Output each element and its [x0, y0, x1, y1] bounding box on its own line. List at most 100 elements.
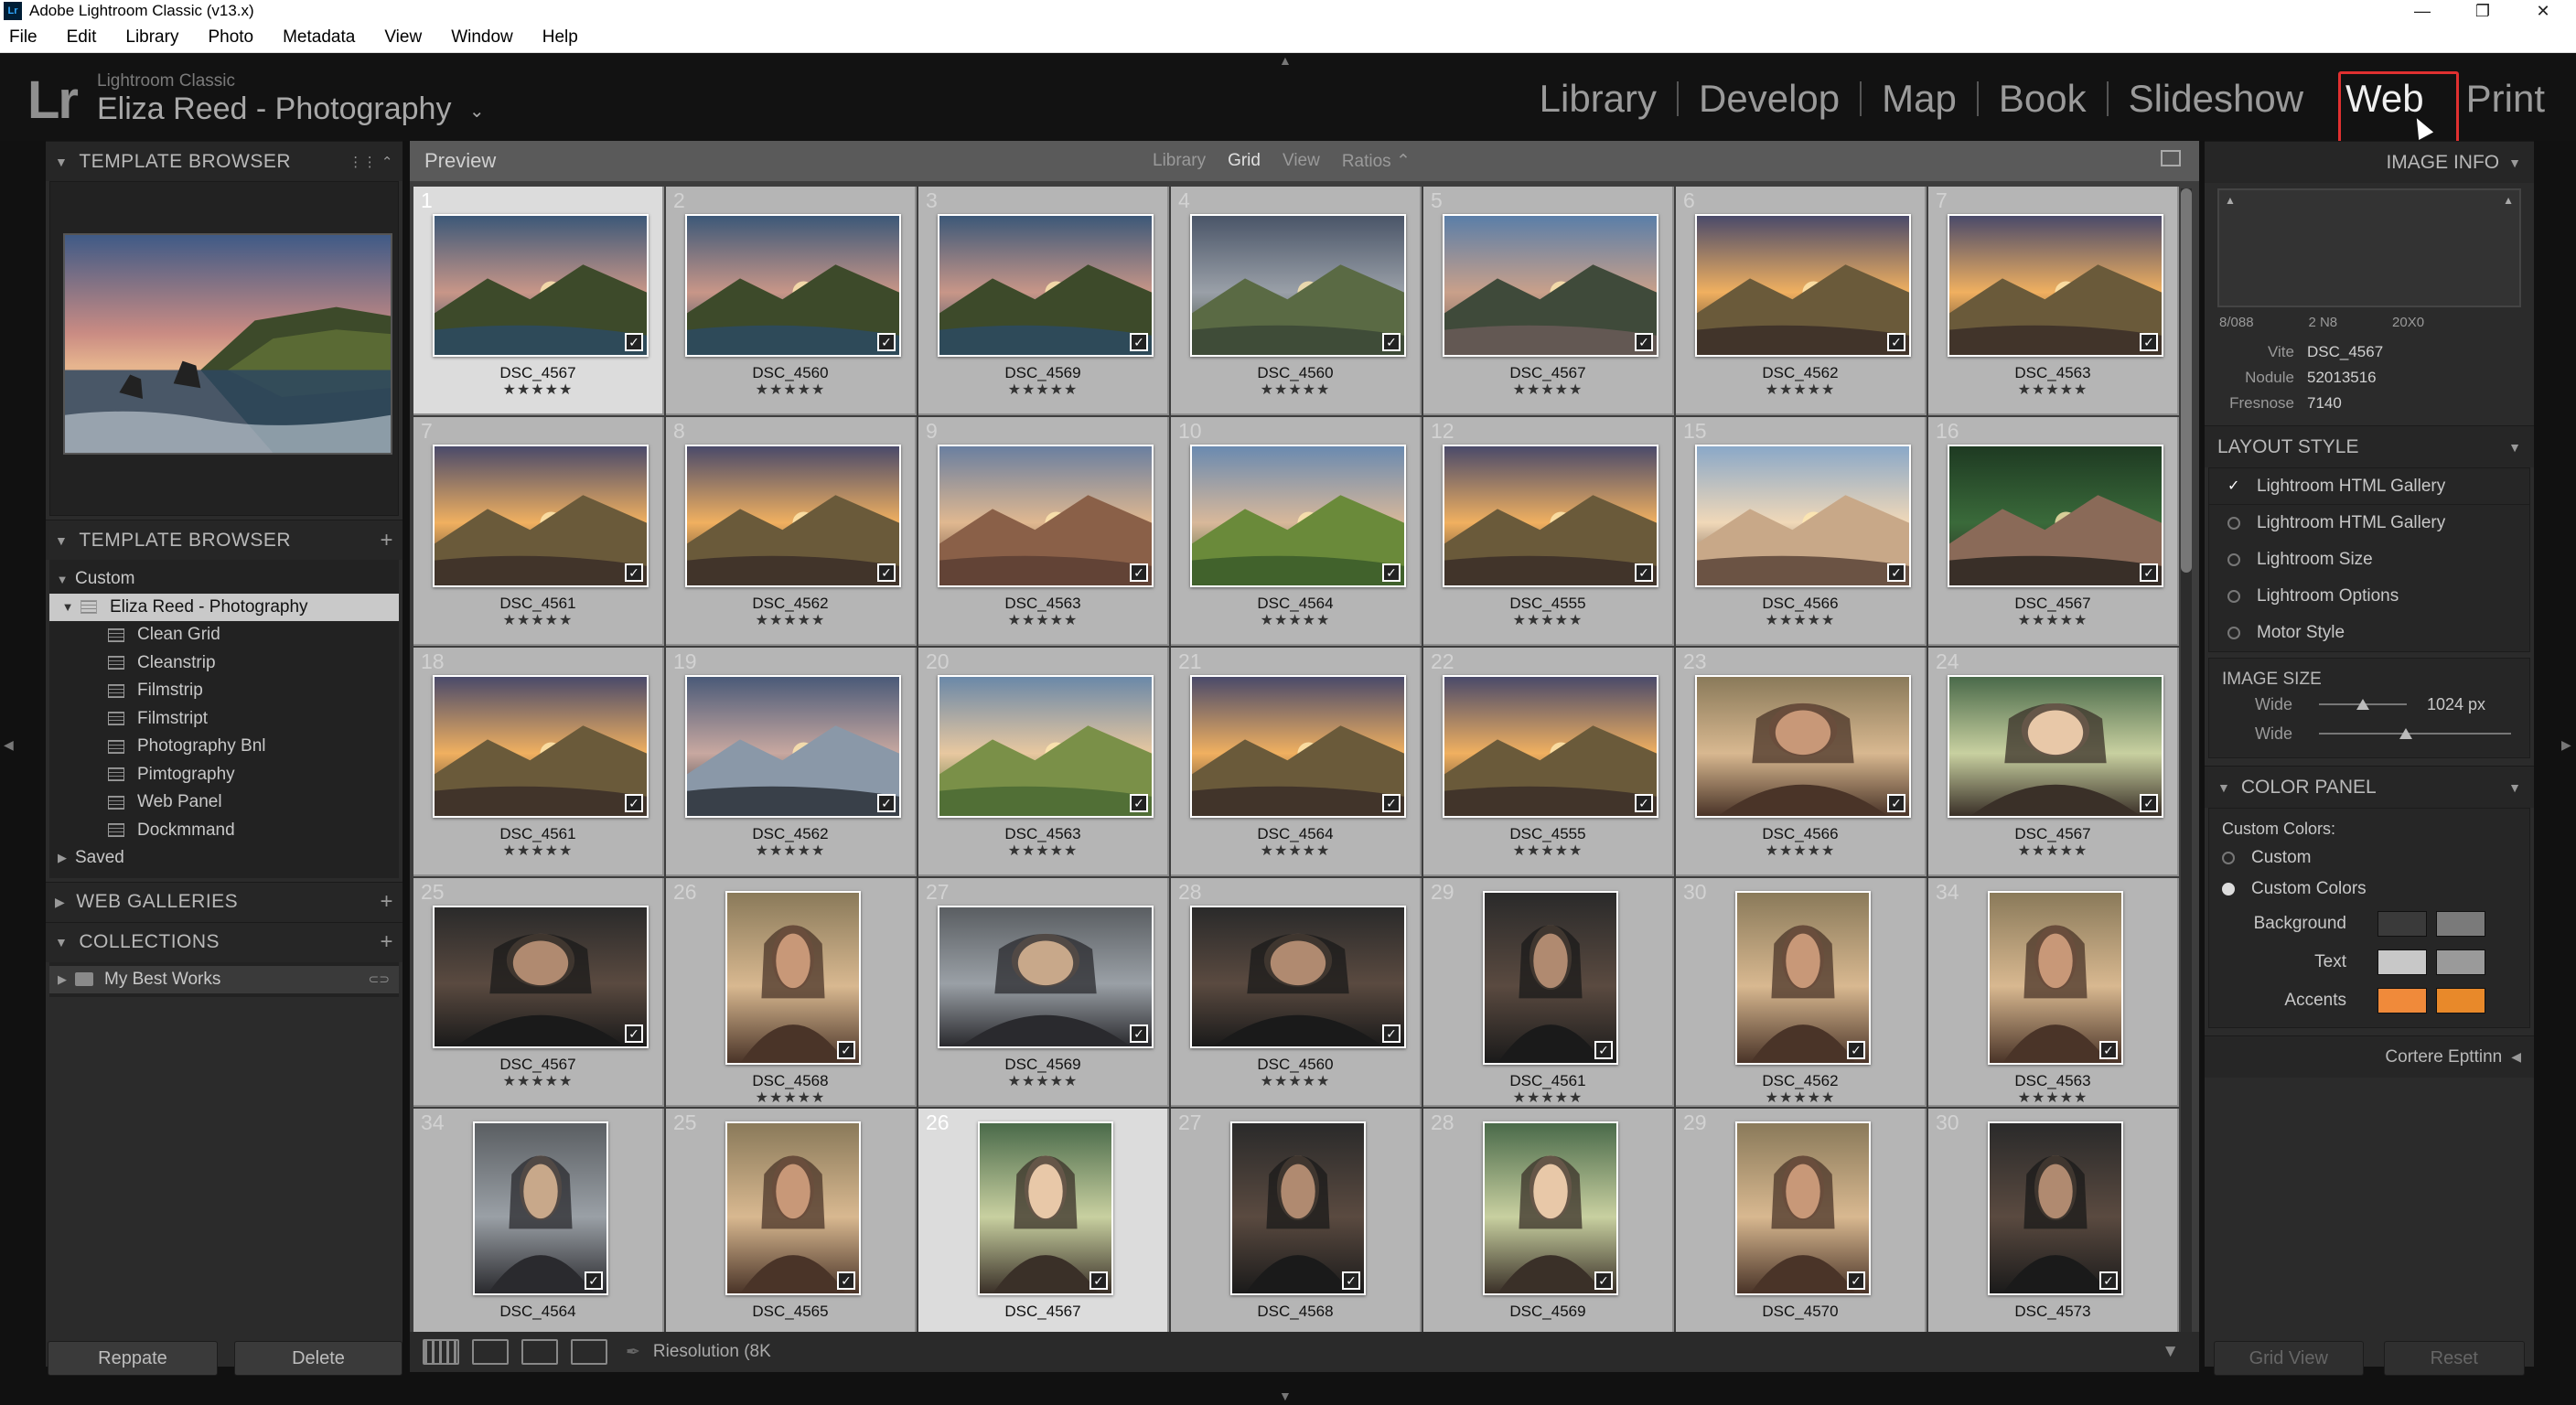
menu-file[interactable]: File [9, 27, 38, 48]
star-rating[interactable]: ★★★★★ [1676, 611, 1925, 629]
include-checkbox[interactable]: ✓ [1130, 794, 1148, 812]
include-checkbox[interactable]: ✓ [585, 1271, 603, 1290]
grid-cell[interactable]: 26✓DSC_4567★★★★★ [918, 1109, 1169, 1337]
grid-cell[interactable]: 15 ✓ DSC_4566 ★★★★★ [1676, 417, 1927, 646]
color-swatch[interactable] [2436, 949, 2485, 975]
color-swatch[interactable] [2377, 911, 2427, 937]
photo-thumbnail[interactable] [685, 214, 901, 357]
include-checkbox[interactable]: ✓ [1382, 794, 1401, 812]
slider-knob[interactable] [2399, 728, 2412, 739]
photo-thumbnail[interactable] [1190, 675, 1406, 818]
grid-cell[interactable]: 10 ✓ DSC_4564 ★★★★★ [1171, 417, 1422, 646]
photo-thumbnail[interactable] [433, 214, 649, 357]
view-option-ratios[interactable]: Ratios ⌃ [1342, 151, 1411, 172]
module-print[interactable]: Print [2446, 77, 2565, 121]
compare-view-icon[interactable] [521, 1339, 558, 1365]
collapse-top-panel-icon[interactable]: ▲ [1279, 53, 1292, 68]
view-option-view[interactable]: View [1283, 151, 1320, 171]
color-swatch[interactable] [2377, 988, 2427, 1014]
photo-thumbnail[interactable] [1695, 445, 1911, 587]
photo-thumbnail[interactable] [433, 906, 649, 1048]
star-rating[interactable]: ★★★★★ [666, 842, 915, 860]
layout-style-header[interactable]: LAYOUT STYLE ▼ [2205, 425, 2534, 467]
photo-thumbnail[interactable] [938, 675, 1154, 818]
include-checkbox[interactable]: ✓ [1847, 1041, 1865, 1059]
star-rating[interactable]: ★★★★★ [1423, 611, 1672, 629]
grid-cell[interactable]: 24 ✓ DSC_4567 ★★★★★ [1928, 648, 2179, 876]
star-rating[interactable]: ★★★★★ [666, 381, 915, 399]
grid-cell[interactable]: 30 ✓ DSC_4562 ★★★★★ [1676, 878, 1927, 1107]
layout-option[interactable]: Lightroom Size [2209, 542, 2529, 578]
radio-button[interactable] [2222, 852, 2235, 864]
minimize-button[interactable]: — [2393, 0, 2452, 22]
close-button[interactable]: ✕ [2514, 0, 2572, 22]
photo-thumbnail[interactable] [433, 445, 649, 587]
photo-thumbnail[interactable] [725, 1121, 861, 1295]
include-checkbox[interactable]: ✓ [625, 563, 643, 582]
photo-thumbnail[interactable] [473, 1121, 608, 1295]
star-rating[interactable]: ★★★★★ [413, 842, 662, 860]
grid-cell[interactable]: 28✓DSC_4569★★★★★ [1423, 1109, 1674, 1337]
include-checkbox[interactable]: ✓ [877, 563, 896, 582]
grid-view-button[interactable]: Grid View [2214, 1341, 2364, 1376]
grid-cell[interactable]: 29 ✓ DSC_4561 ★★★★★ [1423, 878, 1674, 1107]
module-develop[interactable]: Develop [1679, 77, 1860, 121]
grid-cell[interactable]: 4 ✓ DSC_4560 ★★★★★ [1171, 187, 1422, 415]
template-browser-header[interactable]: ▼ TEMPLATE BROWSER + [46, 520, 402, 560]
include-checkbox[interactable]: ✓ [1594, 1041, 1613, 1059]
menu-view[interactable]: View [384, 27, 422, 48]
photo-thumbnail[interactable] [1735, 1121, 1871, 1295]
grid-cell[interactable]: 2 ✓ DSC_4560 ★★★★★ [666, 187, 917, 415]
photo-thumbnail[interactable] [938, 906, 1154, 1048]
painter-icon[interactable]: ✒ [626, 1342, 640, 1363]
include-checkbox[interactable]: ✓ [2140, 794, 2158, 812]
tree-item[interactable]: Filmstript [49, 705, 399, 734]
radio-button[interactable] [2227, 517, 2240, 530]
grid-cell[interactable]: 8 ✓ DSC_4562 ★★★★★ [666, 417, 917, 646]
add-template-icon[interactable]: + [380, 528, 393, 553]
collapse-bottom-panel-icon[interactable]: ▼ [1279, 1389, 1292, 1403]
view-option-grid[interactable]: Grid [1228, 151, 1261, 171]
grid-cell[interactable]: 25 ✓ DSC_4567 ★★★★★ [413, 878, 664, 1107]
module-map[interactable]: Map [1862, 77, 1977, 121]
grid-cell[interactable]: 1 ✓ DSC_4567 ★★★★★ [413, 187, 664, 415]
preview-in-browser-icon[interactable] [2161, 150, 2181, 166]
include-checkbox[interactable]: ✓ [1635, 794, 1653, 812]
star-rating[interactable]: ★★★★★ [1171, 1072, 1420, 1090]
menu-edit[interactable]: Edit [67, 27, 97, 48]
star-rating[interactable]: ★★★★★ [918, 611, 1167, 629]
expand-triangle-icon[interactable]: ▶ [49, 972, 75, 987]
expand-triangle-icon[interactable]: ▼ [49, 573, 75, 586]
add-collection-icon[interactable]: + [380, 929, 393, 955]
menu-library[interactable]: Library [125, 27, 178, 48]
photo-thumbnail[interactable] [1483, 891, 1618, 1065]
include-checkbox[interactable]: ✓ [1847, 1271, 1865, 1290]
grid-cell[interactable]: 25✓DSC_4565★★★★★ [666, 1109, 917, 1337]
star-rating[interactable]: ★★★★★ [1928, 611, 2177, 629]
color-mode-option[interactable]: Custom Colors [2209, 874, 2529, 905]
radio-button[interactable] [2227, 627, 2240, 639]
grid-cell[interactable]: 3 ✓ DSC_4569 ★★★★★ [918, 187, 1169, 415]
include-checkbox[interactable]: ✓ [1130, 1024, 1148, 1043]
loupe-view-icon[interactable] [472, 1339, 509, 1365]
grid-cell[interactable]: 23 ✓ DSC_4566 ★★★★★ [1676, 648, 1927, 876]
tree-folder-saved[interactable]: ▶ Saved [49, 844, 399, 873]
grid-cell[interactable]: 6 ✓ DSC_4562 ★★★★★ [1676, 187, 1927, 415]
menu-help[interactable]: Help [542, 27, 578, 48]
photo-thumbnail[interactable] [1988, 891, 2123, 1065]
star-rating[interactable]: ★★★★★ [918, 381, 1167, 399]
star-rating[interactable]: ★★★★★ [413, 611, 662, 629]
maximize-button[interactable]: ❐ [2453, 0, 2512, 22]
layout-option[interactable]: Lightroom HTML Gallery [2209, 505, 2529, 542]
tree-item[interactable]: Pimtography [49, 761, 399, 789]
include-checkbox[interactable]: ✓ [2099, 1271, 2118, 1290]
grid-cell[interactable]: 21 ✓ DSC_4564 ★★★★★ [1171, 648, 1422, 876]
photo-thumbnail[interactable] [1988, 1121, 2123, 1295]
grid-cell[interactable]: 28 ✓ DSC_4560 ★★★★★ [1171, 878, 1422, 1107]
star-rating[interactable]: ★★★★★ [1171, 842, 1420, 860]
include-checkbox[interactable]: ✓ [837, 1041, 855, 1059]
include-checkbox[interactable]: ✓ [837, 1271, 855, 1290]
color-swatch[interactable] [2377, 949, 2427, 975]
grid-cell[interactable]: 9 ✓ DSC_4563 ★★★★★ [918, 417, 1169, 646]
photo-thumbnail[interactable] [1735, 891, 1871, 1065]
